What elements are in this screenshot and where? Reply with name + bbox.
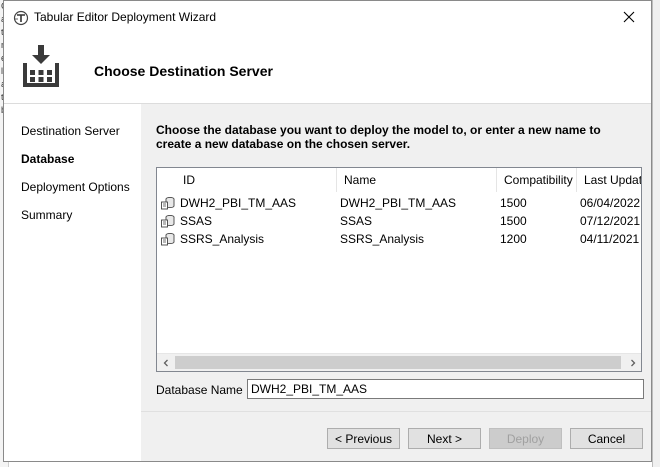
column-header-compatibility[interactable]: Compatibility <box>497 168 577 192</box>
cell-last-update: 04/11/2021 <box>580 232 640 246</box>
cancel-button[interactable]: Cancel <box>570 428 643 449</box>
step-destination-server: Destination Server <box>21 124 120 138</box>
table-row[interactable]: SSRS_Analysis SSRS_Analysis 1200 04/11/2… <box>157 230 641 248</box>
table-row[interactable]: DWH2_PBI_TM_AAS DWH2_PBI_TM_AAS 1500 06/… <box>157 194 641 212</box>
deploy-button[interactable]: Deploy <box>489 428 562 449</box>
horizontal-scrollbar[interactable] <box>157 353 641 371</box>
list-header: ID Name Compatibility Last Update <box>157 168 641 192</box>
cell-id: SSAS <box>180 214 213 228</box>
database-icon <box>161 196 175 210</box>
previous-button[interactable]: < Previous <box>327 428 400 449</box>
cell-compatibility: 1500 <box>500 214 527 228</box>
cell-name: SSAS <box>340 214 373 228</box>
close-button[interactable] <box>607 1 651 33</box>
title-bar[interactable]: Tabular Editor Deployment Wizard <box>4 1 651 33</box>
scrollbar-thumb[interactable] <box>175 356 621 369</box>
database-list[interactable]: ID Name Compatibility Last Update DWH2_P… <box>156 167 642 372</box>
instruction-text: Choose the database you want to deploy t… <box>156 123 601 151</box>
column-header-id[interactable]: ID <box>157 168 337 192</box>
cell-last-update: 06/04/2022 <box>580 196 641 210</box>
step-deployment-options: Deployment Options <box>21 180 130 194</box>
table-row[interactable]: SSAS SSAS 1500 07/12/2021 <box>157 212 641 230</box>
deploy-icon <box>23 45 59 87</box>
close-icon <box>623 11 635 23</box>
cell-compatibility: 1500 <box>500 196 527 210</box>
database-icon <box>161 232 175 246</box>
background-app-edge-right <box>652 0 660 467</box>
wizard-header: Choose Destination Server <box>4 33 651 104</box>
chevron-left-icon <box>163 359 168 366</box>
chevron-right-icon <box>630 359 635 366</box>
column-header-last-update[interactable]: Last Update <box>577 168 641 192</box>
deployment-wizard-window: Tabular Editor Deployment Wizard Choose … <box>3 0 652 462</box>
divider <box>141 411 651 412</box>
column-header-name[interactable]: Name <box>337 168 497 192</box>
cell-id: SSRS_Analysis <box>180 232 265 246</box>
cell-name: DWH2_PBI_TM_AAS <box>340 196 457 210</box>
next-button[interactable]: Next > <box>408 428 481 449</box>
cell-compatibility: 1200 <box>500 232 527 246</box>
wizard-content: Choose the database you want to deploy t… <box>141 104 651 461</box>
cell-last-update: 07/12/2021 <box>580 214 641 228</box>
scroll-left-button[interactable] <box>157 354 174 371</box>
database-icon <box>161 214 175 228</box>
scroll-right-button[interactable] <box>624 354 641 371</box>
step-database: Database <box>21 152 75 166</box>
window-title: Tabular Editor Deployment Wizard <box>34 10 217 24</box>
cell-id: DWH2_PBI_TM_AAS <box>180 196 297 210</box>
step-summary: Summary <box>21 208 73 222</box>
database-name-input[interactable] <box>247 379 644 399</box>
wizard-steps-sidebar: Destination Server Database Deployment O… <box>4 104 141 461</box>
database-name-label: Database Name <box>156 383 243 397</box>
cell-name: SSRS_Analysis <box>340 232 425 246</box>
page-title: Choose Destination Server <box>94 63 273 79</box>
tabular-editor-icon <box>13 10 29 26</box>
